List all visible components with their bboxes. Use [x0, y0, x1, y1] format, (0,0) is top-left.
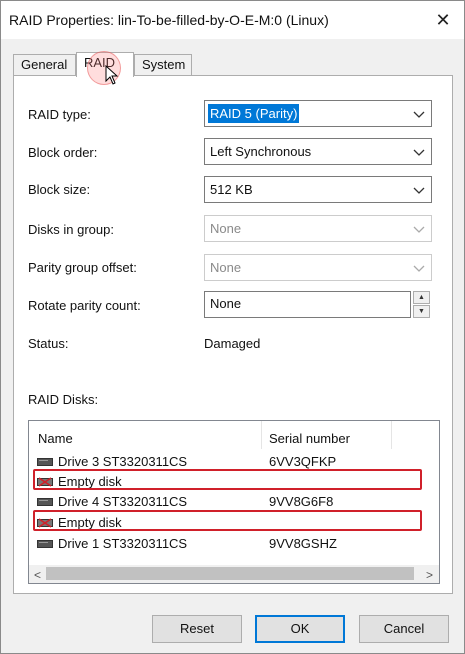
raid-properties-dialog: RAID Properties: lin-To-be-filled-by-O-E…: [0, 0, 465, 654]
rotate-parity-count-stepper: ▲ ▼: [413, 291, 430, 318]
scrollbar-thumb[interactable]: [46, 567, 414, 580]
block-size-value: 512 KB: [210, 182, 253, 197]
mouse-pointer-icon: [105, 65, 119, 85]
chevron-down-icon: [413, 111, 425, 118]
block-order-select[interactable]: Left Synchronous: [204, 138, 432, 165]
chevron-down-icon: [413, 226, 425, 233]
chevron-down-icon: [413, 149, 425, 156]
window-title: RAID Properties: lin-To-be-filled-by-O-E…: [9, 12, 329, 28]
disk-name: Drive 3 ST3320311CS: [58, 454, 188, 469]
block-size-label: Block size:: [28, 182, 91, 197]
reset-button[interactable]: Reset: [152, 615, 242, 643]
disk-serial: 9VV8GSHZ: [269, 536, 337, 551]
chevron-down-icon: [413, 187, 425, 194]
raid-type-select[interactable]: RAID 5 (Parity): [204, 100, 432, 127]
rotate-parity-count-input[interactable]: None: [204, 291, 411, 318]
rotate-parity-count-value: None: [210, 296, 242, 311]
tab-general[interactable]: General: [13, 54, 76, 76]
scroll-right-icon[interactable]: >: [426, 568, 433, 582]
stepper-down-button[interactable]: ▼: [413, 305, 430, 318]
parity-group-offset-value: None: [210, 260, 242, 275]
drive-icon: [37, 458, 53, 466]
chevron-down-icon: [413, 265, 425, 272]
disks-in-group-value: None: [210, 221, 242, 236]
list-header: Name Serial number: [29, 421, 439, 449]
empty-disk-highlight: [33, 510, 422, 531]
disk-name: Drive 4 ST3320311CS: [58, 494, 188, 509]
block-order-value: Left Synchronous: [210, 144, 312, 159]
column-header-serial[interactable]: Serial number: [269, 431, 350, 446]
column-divider[interactable]: [261, 421, 262, 449]
list-item[interactable]: Drive 3 ST3320311CS 6VV3QFKP: [29, 451, 439, 471]
scroll-left-icon[interactable]: <: [34, 568, 41, 582]
disk-name: Drive 1 ST3320311CS: [58, 536, 188, 551]
disks-in-group-label: Disks in group:: [28, 222, 114, 237]
disks-in-group-select: None: [204, 215, 432, 242]
block-order-label: Block order:: [28, 145, 98, 160]
parity-group-offset-label: Parity group offset:: [28, 260, 137, 275]
list-item[interactable]: Drive 4 ST3320311CS 9VV8G6F8: [29, 491, 439, 511]
title-bar: RAID Properties: lin-To-be-filled-by-O-E…: [1, 1, 464, 39]
raid-tab-panel: RAID type: RAID 5 (Parity) Block order: …: [13, 75, 453, 594]
tab-system[interactable]: System: [134, 54, 192, 76]
disk-serial: 6VV3QFKP: [269, 454, 337, 469]
status-value: Damaged: [204, 336, 261, 351]
parity-group-offset-select: None: [204, 254, 432, 281]
raid-type-value: RAID 5 (Parity): [206, 103, 301, 124]
horizontal-scrollbar[interactable]: < >: [29, 565, 439, 583]
stepper-up-button[interactable]: ▲: [413, 291, 430, 304]
rotate-parity-count-label: Rotate parity count:: [28, 298, 141, 313]
empty-disk-highlight: [33, 469, 422, 490]
column-divider[interactable]: [391, 421, 392, 449]
raid-disks-label: RAID Disks:: [28, 392, 99, 407]
drive-icon: [37, 540, 53, 548]
cancel-button[interactable]: Cancel: [359, 615, 449, 643]
block-size-select[interactable]: 512 KB: [204, 176, 432, 203]
drive-icon: [37, 498, 53, 506]
raid-disks-list[interactable]: Name Serial number Drive 3 ST3320311CS 6…: [28, 420, 440, 584]
disk-serial: 9VV8G6F8: [269, 494, 334, 509]
status-label: Status:: [28, 336, 69, 351]
column-header-name[interactable]: Name: [38, 431, 73, 446]
ok-button[interactable]: OK: [255, 615, 345, 643]
list-item[interactable]: Drive 1 ST3320311CS 9VV8GSHZ: [29, 533, 439, 553]
raid-type-label: RAID type:: [28, 107, 91, 122]
close-icon[interactable]: ✕: [429, 7, 457, 33]
